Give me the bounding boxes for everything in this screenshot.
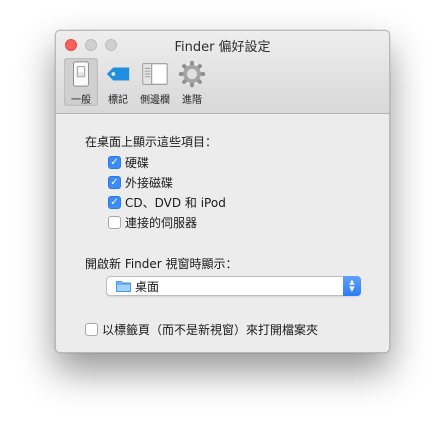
tab-general[interactable]: 一般 xyxy=(64,58,98,106)
checkbox-external-disks-label: 外接磁碟 xyxy=(125,176,174,190)
tab-advanced[interactable]: 進階 xyxy=(175,58,209,106)
selected-option: 桌面 xyxy=(135,279,160,294)
new-window-target-select[interactable]: 桌面 ▲ ▼ xyxy=(106,276,361,296)
tab-general-label: 一般 xyxy=(71,95,91,106)
tab-sidebar[interactable]: 側邊欄 xyxy=(138,58,172,106)
window-title: Finder 偏好設定 xyxy=(174,40,271,55)
checkbox-hard-disks-label: 硬碟 xyxy=(125,156,150,170)
finder-preferences-window: Finder 偏好設定 一般 標記 側邊欄 進階 在桌面上顯示這些項目： ✓ 硬… xyxy=(55,30,390,353)
folder-icon xyxy=(116,281,131,292)
checkbox-cds-dvds-ipods-box[interactable]: ✓ xyxy=(108,196,121,209)
tab-sidebar-label: 側邊欄 xyxy=(140,95,170,106)
checkbox-open-folders-in-tabs[interactable]: 以標籤頁（而不是新視窗）來打開檔案夾 xyxy=(85,321,318,338)
gear-icon xyxy=(178,60,206,88)
checkbox-cds-dvds-ipods-label: CD、DVD 和 iPod xyxy=(125,196,226,210)
checkbox-hard-disks[interactable]: ✓ 硬碟 xyxy=(108,154,149,171)
general-switch-icon xyxy=(73,61,89,87)
tab-tags-label: 標記 xyxy=(108,95,128,106)
checkbox-open-folders-in-tabs-box[interactable] xyxy=(85,323,98,336)
sidebar-icon xyxy=(142,63,168,85)
checkbox-connected-servers[interactable]: 連接的伺服器 xyxy=(108,214,197,231)
checkbox-connected-servers-label: 連接的伺服器 xyxy=(125,216,198,230)
titlebar: Finder 偏好設定 一般 標記 側邊欄 進階 xyxy=(56,31,389,114)
tag-icon xyxy=(106,67,130,81)
new-window-heading: 開啟新 Finder 視窗時顯示： xyxy=(85,257,238,271)
checkbox-external-disks-box[interactable]: ✓ xyxy=(108,176,121,189)
checkbox-hard-disks-box[interactable]: ✓ xyxy=(108,156,121,169)
popup-chevron-updown-icon[interactable]: ▲ ▼ xyxy=(343,276,361,296)
checkbox-cds-dvds-ipods[interactable]: ✓ CD、DVD 和 iPod xyxy=(108,194,226,211)
tab-advanced-label: 進階 xyxy=(182,95,202,106)
desktop-items-heading: 在桌面上顯示這些項目： xyxy=(85,135,218,149)
checkbox-open-folders-in-tabs-label: 以標籤頁（而不是新視窗）來打開檔案夾 xyxy=(102,323,319,337)
checkbox-external-disks[interactable]: ✓ 外接磁碟 xyxy=(108,174,173,191)
preferences-toolbar: 一般 標記 側邊欄 進階 xyxy=(64,58,209,106)
checkbox-connected-servers-box[interactable] xyxy=(108,216,121,229)
tab-tags[interactable]: 標記 xyxy=(101,58,135,106)
